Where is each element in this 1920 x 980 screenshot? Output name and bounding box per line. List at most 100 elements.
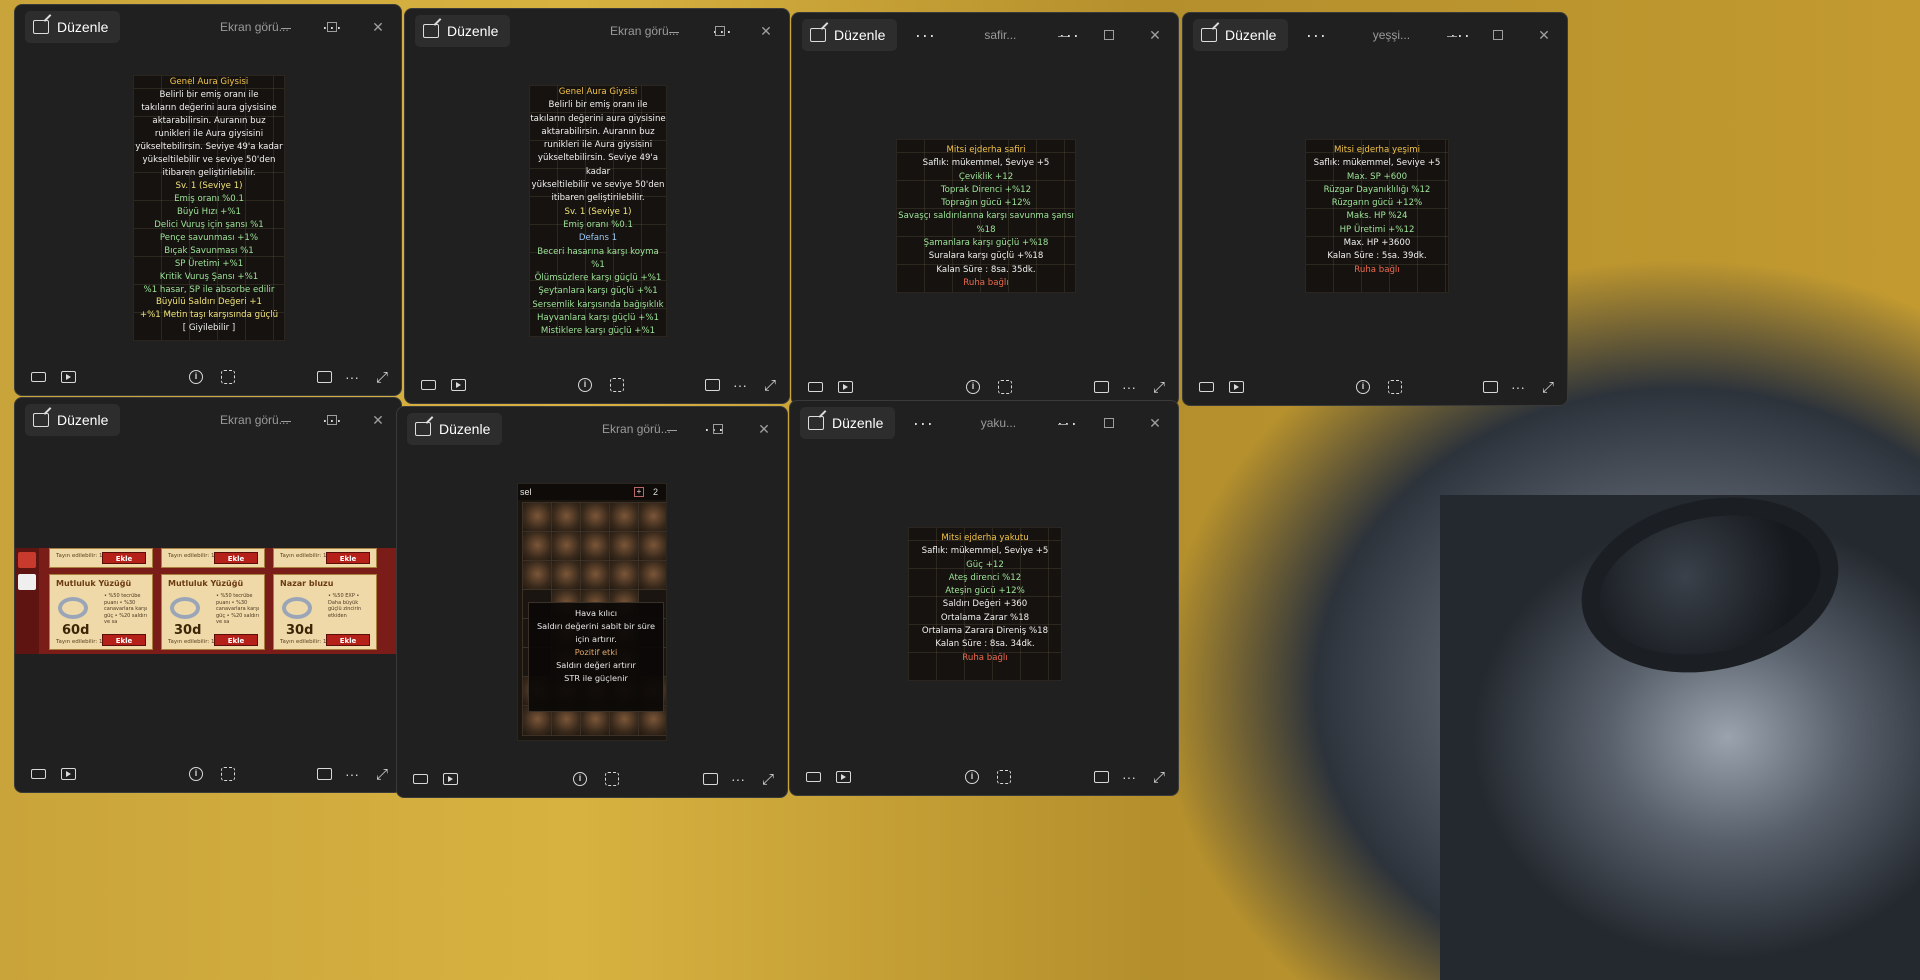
- edit-button[interactable]: Düzenle: [25, 404, 121, 436]
- add-icon[interactable]: +: [634, 487, 644, 497]
- maximize-button[interactable]: [695, 421, 741, 437]
- maximize-button[interactable]: [309, 19, 355, 35]
- inventory-slot[interactable]: [551, 560, 582, 591]
- scan-text-button[interactable]: [606, 375, 628, 395]
- filmstrip-button[interactable]: [802, 767, 824, 787]
- filmstrip-button[interactable]: [417, 375, 439, 395]
- filmstrip-button[interactable]: [409, 769, 431, 789]
- shop-add-button[interactable]: Ekle: [326, 552, 370, 564]
- close-button[interactable]: ✕: [355, 19, 401, 36]
- shop-add-button[interactable]: Ekle: [102, 552, 146, 564]
- scan-text-button[interactable]: [601, 769, 623, 789]
- edit-button[interactable]: Düzenle: [800, 407, 896, 439]
- slideshow-button[interactable]: [1225, 377, 1247, 397]
- minimize-button[interactable]: [1040, 415, 1086, 431]
- close-button[interactable]: ✕: [355, 412, 401, 429]
- info-button[interactable]: i: [185, 764, 207, 784]
- close-button[interactable]: ✕: [743, 23, 789, 40]
- shop-add-button[interactable]: Ekle: [326, 634, 370, 646]
- inventory-slot[interactable]: [522, 531, 553, 562]
- scan-text-button[interactable]: [993, 767, 1015, 787]
- shop-add-button[interactable]: Ekle: [214, 552, 258, 564]
- inventory-slot[interactable]: [609, 502, 640, 533]
- fullscreen-button[interactable]: ⤢: [371, 764, 393, 784]
- info-button[interactable]: i: [961, 767, 983, 787]
- slideshow-button[interactable]: [834, 377, 856, 397]
- maximize-button[interactable]: [697, 23, 743, 39]
- fit-to-window-button[interactable]: [699, 769, 721, 789]
- inventory-slot[interactable]: [580, 502, 611, 533]
- fit-to-window-button[interactable]: [313, 367, 335, 387]
- info-button[interactable]: i: [185, 367, 207, 387]
- inventory-slot[interactable]: [580, 531, 611, 562]
- fit-to-window-button[interactable]: [701, 375, 723, 395]
- scan-text-button[interactable]: [994, 377, 1016, 397]
- maximize-button[interactable]: [1086, 415, 1132, 431]
- edit-button[interactable]: Düzenle: [25, 11, 121, 43]
- inventory-slot[interactable]: [638, 502, 666, 533]
- maximize-button[interactable]: [1475, 27, 1521, 43]
- minimize-button[interactable]: [1040, 27, 1086, 43]
- scan-text-button[interactable]: [217, 764, 239, 784]
- close-button[interactable]: ✕: [1132, 415, 1178, 432]
- more-options-button[interactable]: ···: [341, 367, 363, 387]
- inventory-slot[interactable]: [522, 502, 553, 533]
- more-options-button[interactable]: ···: [341, 764, 363, 784]
- layers-icon[interactable]: [18, 552, 36, 568]
- slideshow-button[interactable]: [439, 769, 461, 789]
- fit-to-window-button[interactable]: [1090, 767, 1112, 787]
- filmstrip-button[interactable]: [804, 377, 826, 397]
- fullscreen-button[interactable]: ⤢: [1148, 377, 1170, 397]
- inventory-slot[interactable]: [551, 502, 582, 533]
- close-button[interactable]: ✕: [1132, 27, 1178, 44]
- edit-button[interactable]: Düzenle: [415, 15, 511, 47]
- inventory-slot[interactable]: [522, 560, 553, 591]
- more-options-button[interactable]: ···: [729, 375, 751, 395]
- inventory-slot[interactable]: [638, 560, 666, 591]
- fullscreen-button[interactable]: ⤢: [757, 769, 779, 789]
- more-options-button[interactable]: ···: [1118, 767, 1140, 787]
- scan-text-button[interactable]: [1384, 377, 1406, 397]
- minimize-button[interactable]: [651, 23, 697, 39]
- minimize-button[interactable]: [263, 412, 309, 428]
- inventory-slot[interactable]: [609, 560, 640, 591]
- fit-to-window-button[interactable]: [1090, 377, 1112, 397]
- slideshow-button[interactable]: [57, 764, 79, 784]
- fullscreen-button[interactable]: ⤢: [1537, 377, 1559, 397]
- shop-add-button[interactable]: Ekle: [102, 634, 146, 646]
- info-button[interactable]: i: [962, 377, 984, 397]
- maximize-button[interactable]: [1086, 27, 1132, 43]
- fit-to-window-button[interactable]: [313, 764, 335, 784]
- info-button[interactable]: i: [1352, 377, 1374, 397]
- info-button[interactable]: i: [569, 769, 591, 789]
- fullscreen-button[interactable]: ⤢: [1148, 767, 1170, 787]
- fullscreen-button[interactable]: ⤢: [371, 367, 393, 387]
- more-options-button[interactable]: ···: [1507, 377, 1529, 397]
- more-options-button[interactable]: ···: [1118, 377, 1140, 397]
- shop-add-button[interactable]: Ekle: [214, 634, 258, 646]
- more-options-button[interactable]: ···: [1302, 25, 1330, 46]
- filmstrip-button[interactable]: [27, 764, 49, 784]
- slideshow-button[interactable]: [832, 767, 854, 787]
- minimize-button[interactable]: [649, 421, 695, 437]
- fit-to-window-button[interactable]: [1479, 377, 1501, 397]
- info-button[interactable]: i: [574, 375, 596, 395]
- maximize-button[interactable]: [309, 412, 355, 428]
- close-button[interactable]: ✕: [741, 421, 787, 438]
- more-options-button[interactable]: ···: [727, 769, 749, 789]
- inventory-slot[interactable]: [551, 531, 582, 562]
- slideshow-button[interactable]: [57, 367, 79, 387]
- more-options-button[interactable]: ···: [909, 413, 937, 434]
- scan-text-button[interactable]: [217, 367, 239, 387]
- barcode-icon[interactable]: [18, 574, 36, 590]
- edit-button[interactable]: Düzenle: [802, 19, 898, 51]
- filmstrip-button[interactable]: [27, 367, 49, 387]
- inventory-slot[interactable]: [580, 560, 611, 591]
- inventory-slot[interactable]: [638, 531, 666, 562]
- edit-button[interactable]: Düzenle: [1193, 19, 1289, 51]
- minimize-button[interactable]: [263, 19, 309, 35]
- edit-button[interactable]: Düzenle: [407, 413, 503, 445]
- inventory-slot[interactable]: [609, 531, 640, 562]
- close-button[interactable]: ✕: [1521, 27, 1567, 44]
- filmstrip-button[interactable]: [1195, 377, 1217, 397]
